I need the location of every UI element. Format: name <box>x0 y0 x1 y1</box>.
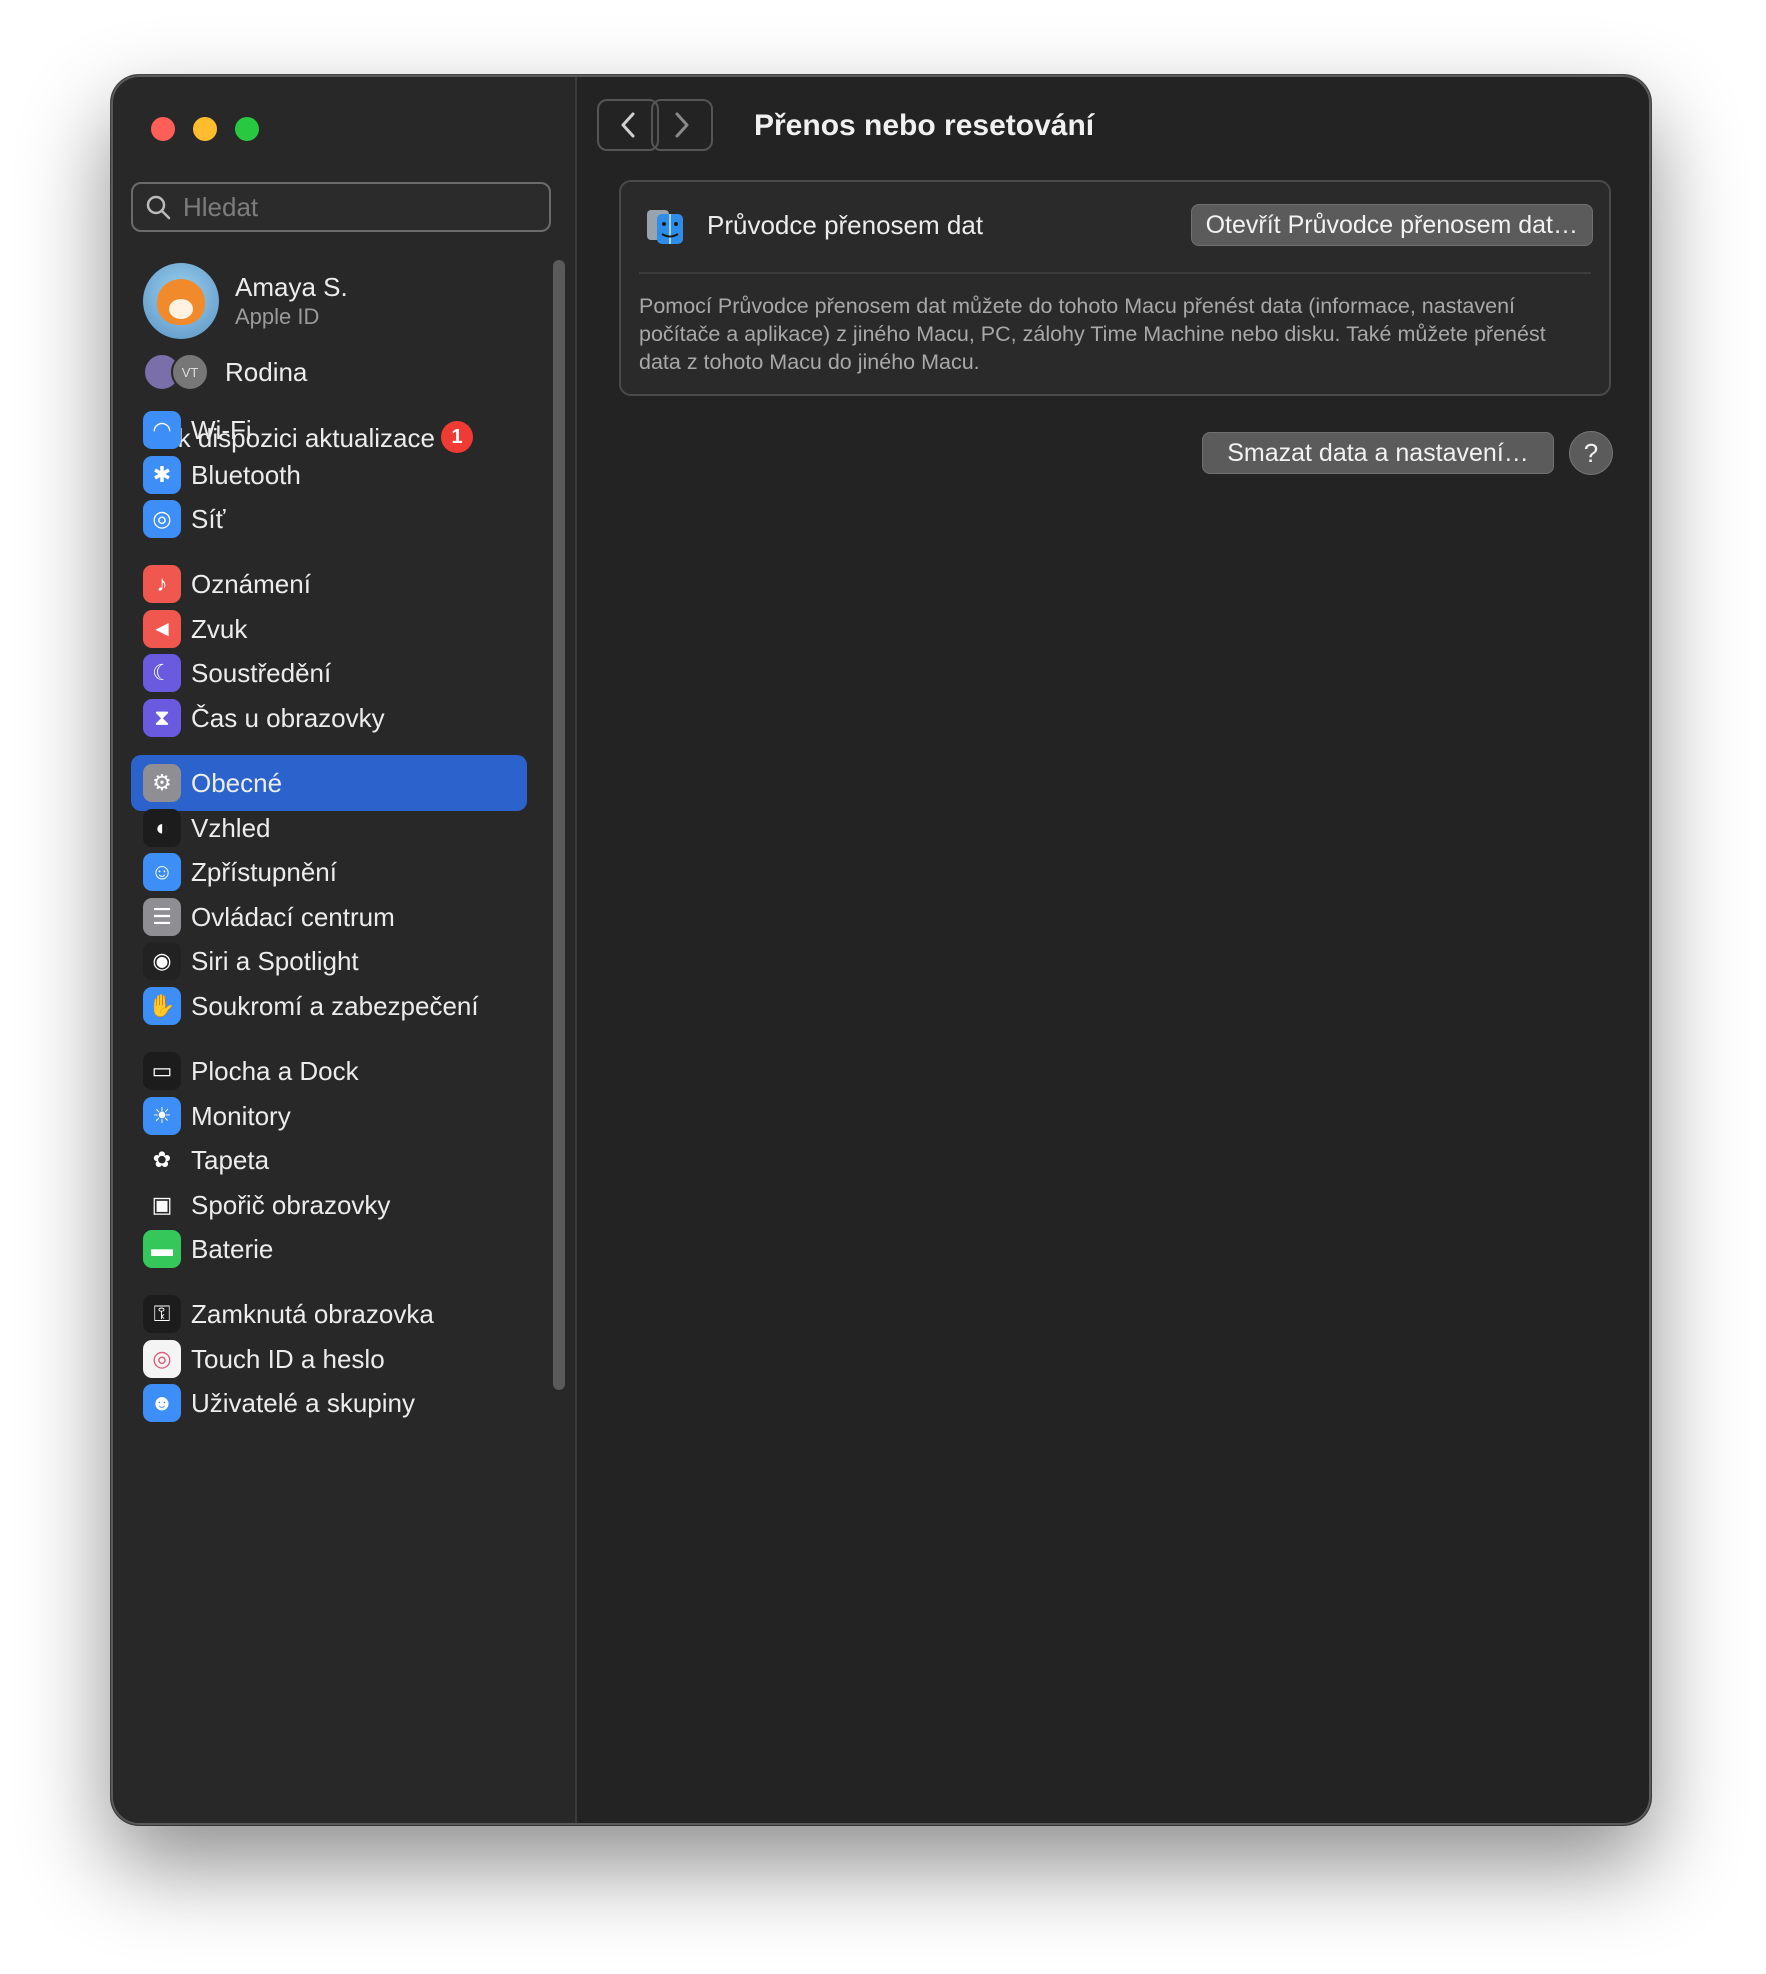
traffic-lights <box>151 117 259 141</box>
dock-icon: ▭ <box>143 1052 181 1090</box>
sidebar-scrollbar[interactable] <box>553 260 565 1390</box>
battery-icon: ▬ <box>143 1230 181 1268</box>
sidebar-item-label: Zamknutá obrazovka <box>191 1298 434 1329</box>
family-item[interactable]: VT Rodina <box>143 353 307 391</box>
lock-icon: ⚿ <box>143 1295 181 1333</box>
speaker-icon: ◄ <box>143 610 181 648</box>
appearance-icon: ◐ <box>143 809 181 847</box>
search-field[interactable] <box>131 182 551 232</box>
sidebar-item-globe[interactable]: ◎ Síť <box>131 491 527 547</box>
sidebar-item-label: Zpřístupnění <box>191 856 337 887</box>
sidebar-item-hand[interactable]: ✋ Soukromí a zabezpečení <box>131 978 527 1034</box>
sidebar-item-label: Siri a Spotlight <box>191 945 359 976</box>
sidebar-item-label: Soukromí a zabezpečení <box>191 990 479 1021</box>
open-migration-assistant-button[interactable]: Otevřít Průvodce přenosem dat… <box>1190 204 1593 246</box>
screensaver-icon: ▣ <box>143 1186 181 1224</box>
erase-all-content-button[interactable]: Smazat data a nastavení… <box>1202 432 1554 474</box>
wifi-icon: ◠ <box>143 411 181 449</box>
forward-button[interactable] <box>651 99 713 151</box>
sidebar-item-label: Obecné <box>191 767 283 798</box>
divider <box>639 272 1591 274</box>
control-center-icon: ☰ <box>143 898 181 936</box>
fingerprint-icon: ◎ <box>143 1340 181 1378</box>
bluetooth-icon: ✱ <box>143 456 181 494</box>
sidebar-item-label: Wi-Fi <box>191 414 252 445</box>
sun-icon: ☀ <box>143 1097 181 1135</box>
migration-description: Pomocí Průvodce přenosem dat můžete do t… <box>639 294 1546 374</box>
moon-icon: ☾ <box>143 654 181 692</box>
hourglass-icon: ⧗ <box>143 699 181 737</box>
sidebar-item-label: Tapeta <box>191 1144 270 1175</box>
settings-window: Amaya S. Apple ID VT Rodina Je k dispozi… <box>111 75 1651 1825</box>
sidebar-item-label: Síť <box>191 503 226 534</box>
sidebar: Amaya S. Apple ID VT Rodina Je k dispozi… <box>111 75 577 1825</box>
help-button[interactable]: ? <box>1569 431 1613 475</box>
sidebar-item-battery[interactable]: ▬ Baterie <box>131 1221 527 1277</box>
close-button[interactable] <box>151 117 175 141</box>
sidebar-item-label: Zvuk <box>191 613 248 644</box>
page-title: Přenos nebo resetování <box>754 109 1095 142</box>
account-subtitle: Apple ID <box>235 304 320 329</box>
sidebar-item-label: Uživatelé a skupiny <box>191 1387 415 1418</box>
sidebar-item-users[interactable]: ☻ Uživatelé a skupiny <box>131 1375 527 1431</box>
avatar <box>143 263 219 339</box>
sidebar-item-label: Čas u obrazovky <box>191 702 385 733</box>
hand-icon: ✋ <box>143 987 181 1025</box>
sidebar-item-label: Spořič obrazovky <box>191 1189 391 1220</box>
globe-icon: ◎ <box>143 500 181 538</box>
sidebar-item-label: Vzhled <box>191 812 271 843</box>
account-item[interactable]: Amaya S. Apple ID <box>143 263 348 339</box>
sidebar-item-label: Soustředění <box>191 657 332 688</box>
sidebar-item-label: Oznámení <box>191 568 311 599</box>
family-avatar-initials: VT <box>171 353 209 391</box>
gear-icon: ⚙ <box>143 764 181 802</box>
back-button[interactable] <box>597 99 659 151</box>
flower-icon: ✿ <box>143 1141 181 1179</box>
zoom-button[interactable] <box>235 117 259 141</box>
search-input[interactable] <box>181 190 525 224</box>
sidebar-item-label: Bluetooth <box>191 459 301 490</box>
chevron-left-icon <box>621 112 635 138</box>
bell-icon: ♪ <box>143 565 181 603</box>
sidebar-item-label: Monitory <box>191 1100 291 1131</box>
accessibility-icon: ☺ <box>143 853 181 891</box>
sidebar-item-label: Baterie <box>191 1233 274 1264</box>
search-icon <box>146 195 171 220</box>
migration-label: Průvodce přenosem dat <box>707 210 984 240</box>
family-label: Rodina <box>225 356 308 387</box>
main-content: Přenos nebo resetování Průvodce přenosem… <box>577 75 1651 1825</box>
migration-assistant-icon <box>647 210 683 244</box>
chevron-right-icon <box>675 112 689 138</box>
siri-icon: ◉ <box>143 942 181 980</box>
sidebar-item-label: Ovládací centrum <box>191 901 395 932</box>
account-name: Amaya S. <box>235 272 348 302</box>
sidebar-item-label: Plocha a Dock <box>191 1055 359 1086</box>
minimize-button[interactable] <box>193 117 217 141</box>
migration-card: Průvodce přenosem dat Otevřít Průvodce p… <box>619 180 1611 396</box>
sidebar-item-hourglass[interactable]: ⧗ Čas u obrazovky <box>131 690 527 746</box>
users-icon: ☻ <box>143 1384 181 1422</box>
sidebar-item-label: Touch ID a heslo <box>191 1343 385 1374</box>
